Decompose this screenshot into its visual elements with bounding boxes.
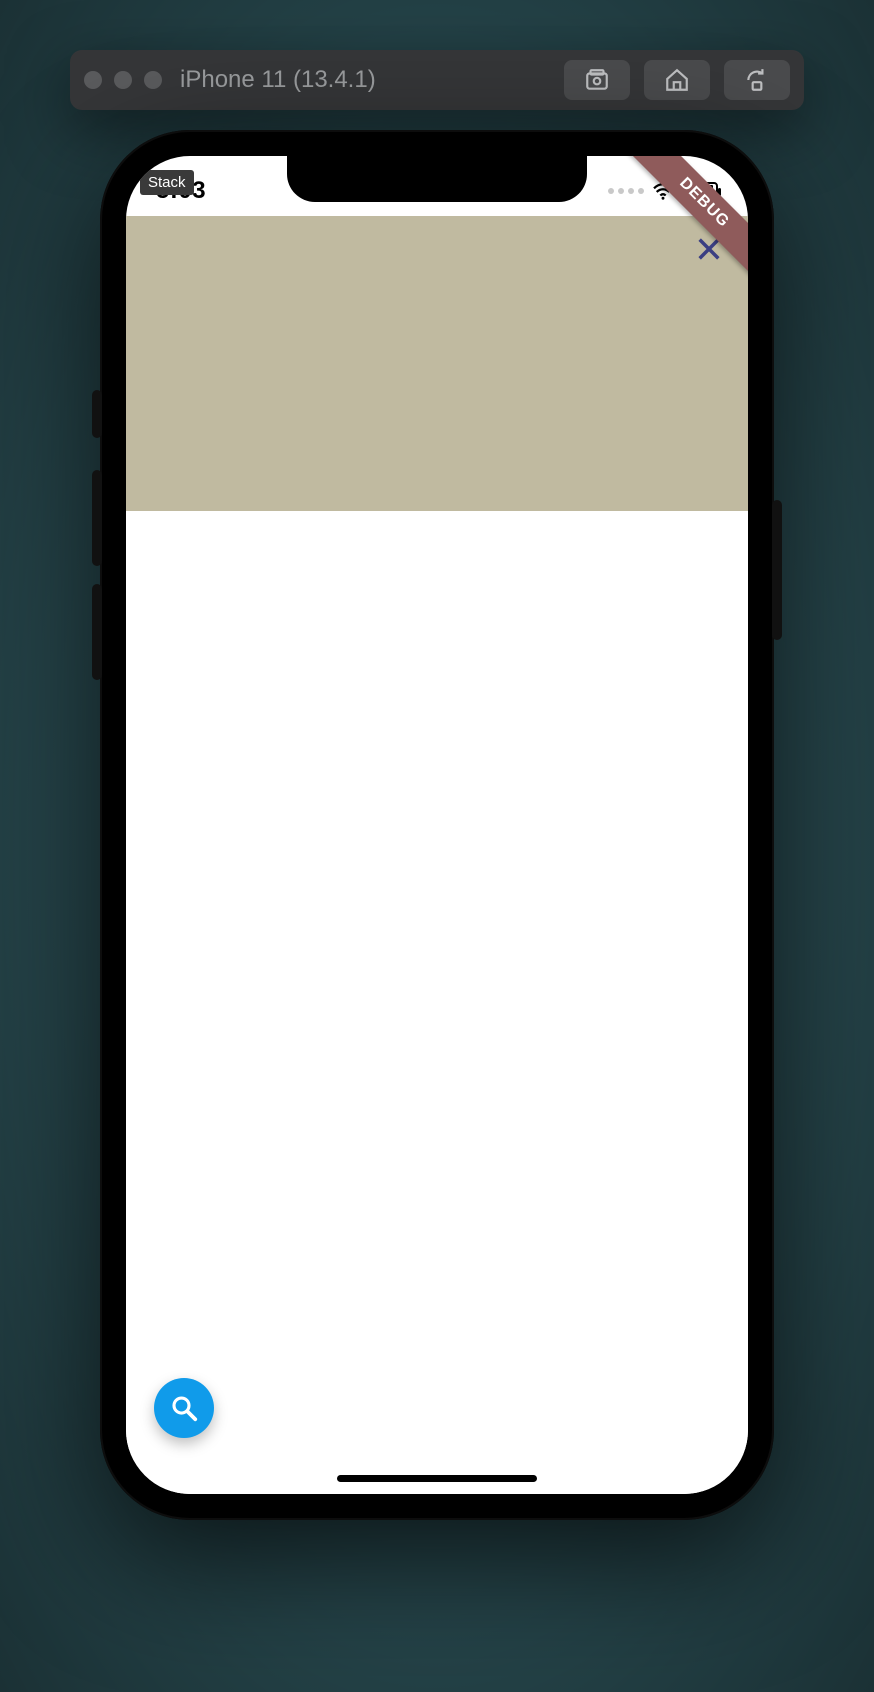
top-panel bbox=[126, 216, 748, 511]
power-button[interactable] bbox=[772, 500, 782, 640]
home-icon bbox=[664, 67, 690, 93]
inspector-tooltip: Stack bbox=[140, 170, 194, 195]
app-body[interactable] bbox=[126, 511, 748, 1494]
home-button[interactable] bbox=[644, 60, 710, 100]
device-screen: Stack 5:03 DEBUG bbox=[126, 156, 748, 1494]
traffic-close-icon[interactable] bbox=[84, 71, 102, 89]
volume-up-button[interactable] bbox=[92, 470, 102, 566]
rotate-icon bbox=[744, 67, 770, 93]
mute-switch[interactable] bbox=[92, 390, 102, 438]
traffic-minimize-icon[interactable] bbox=[114, 71, 132, 89]
search-icon bbox=[169, 1393, 199, 1423]
simulator-title: iPhone 11 (13.4.1) bbox=[180, 66, 564, 94]
screenshot-button[interactable] bbox=[564, 60, 630, 100]
traffic-lights[interactable] bbox=[84, 71, 162, 89]
simulator-actions bbox=[564, 60, 790, 100]
device-frame: Stack 5:03 DEBUG bbox=[100, 130, 774, 1520]
search-fab[interactable] bbox=[154, 1378, 214, 1438]
cellular-signal-icon bbox=[608, 188, 644, 194]
simulator-titlebar: iPhone 11 (13.4.1) bbox=[70, 50, 804, 110]
notch bbox=[287, 156, 587, 202]
volume-down-button[interactable] bbox=[92, 584, 102, 680]
rotate-button[interactable] bbox=[724, 60, 790, 100]
home-indicator[interactable] bbox=[337, 1475, 537, 1482]
screenshot-icon bbox=[584, 67, 610, 93]
traffic-maximize-icon[interactable] bbox=[144, 71, 162, 89]
